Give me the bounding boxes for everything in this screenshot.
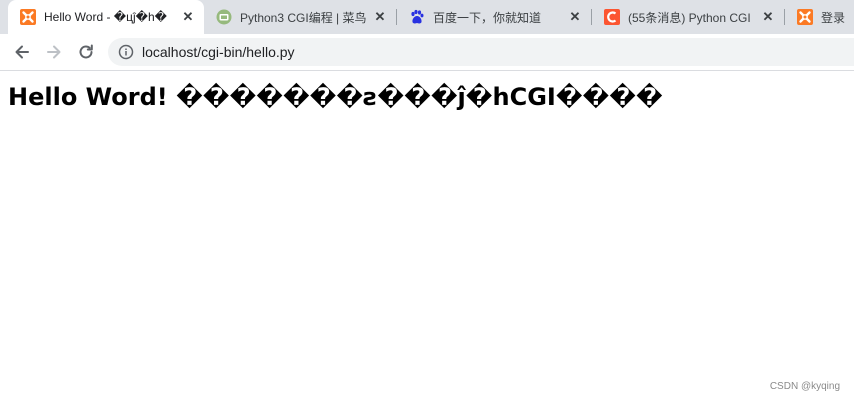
tab-login[interactable]: 登录 <box>785 0 854 34</box>
tab-title: Hello Word - �цĵ�h� <box>44 10 167 24</box>
xampp-icon <box>797 9 813 25</box>
baidu-icon <box>409 9 425 25</box>
browser-window: Hello Word - �цĵ�h� ✕ Python3 CGI编程 | 菜鸟… <box>0 0 854 401</box>
tab-title: 百度一下，你就知道 <box>433 10 542 25</box>
url-text: localhost/cgi-bin/hello.py <box>142 44 295 60</box>
runoob-icon <box>216 9 232 25</box>
close-icon[interactable]: ✕ <box>760 9 776 25</box>
close-icon[interactable]: ✕ <box>567 9 583 25</box>
toolbar: localhost/cgi-bin/hello.py <box>0 34 854 71</box>
csdn-watermark: CSDN @kyqing <box>769 381 840 392</box>
forward-arrow-icon <box>47 45 61 59</box>
reload-button[interactable] <box>74 40 98 64</box>
tab-python-cgi[interactable]: Python3 CGI编程 | 菜鸟 ✕ <box>204 0 396 34</box>
tab-hello-word[interactable]: Hello Word - �цĵ�h� ✕ <box>8 0 204 34</box>
forward-button[interactable] <box>42 40 66 64</box>
tab-csdn[interactable]: (55条消息) Python CGI ✕ <box>592 0 784 34</box>
xampp-icon <box>20 9 36 25</box>
csdn-icon <box>604 9 620 25</box>
page-heading: Hello Word! �������ƨ���ĵ�hCGI���� <box>8 83 663 111</box>
close-icon[interactable]: ✕ <box>372 9 388 25</box>
back-arrow-icon <box>15 45 29 59</box>
tab-baidu[interactable]: 百度一下，你就知道 ✕ <box>397 0 591 34</box>
tab-title: Python3 CGI编程 | 菜鸟 <box>240 10 366 25</box>
tab-strip: Hello Word - �цĵ�h� ✕ Python3 CGI编程 | 菜鸟… <box>0 0 854 34</box>
reload-icon <box>79 44 93 59</box>
address-bar[interactable]: localhost/cgi-bin/hello.py <box>108 38 854 66</box>
tab-title: 登录 <box>821 10 846 25</box>
back-button[interactable] <box>10 40 34 64</box>
page-content: Hello Word! �������ƨ���ĵ�hCGI���� CSDN @… <box>0 71 854 401</box>
tab-title: (55条消息) Python CGI <box>628 10 751 25</box>
close-icon[interactable]: ✕ <box>180 9 196 25</box>
info-icon[interactable] <box>118 44 134 60</box>
